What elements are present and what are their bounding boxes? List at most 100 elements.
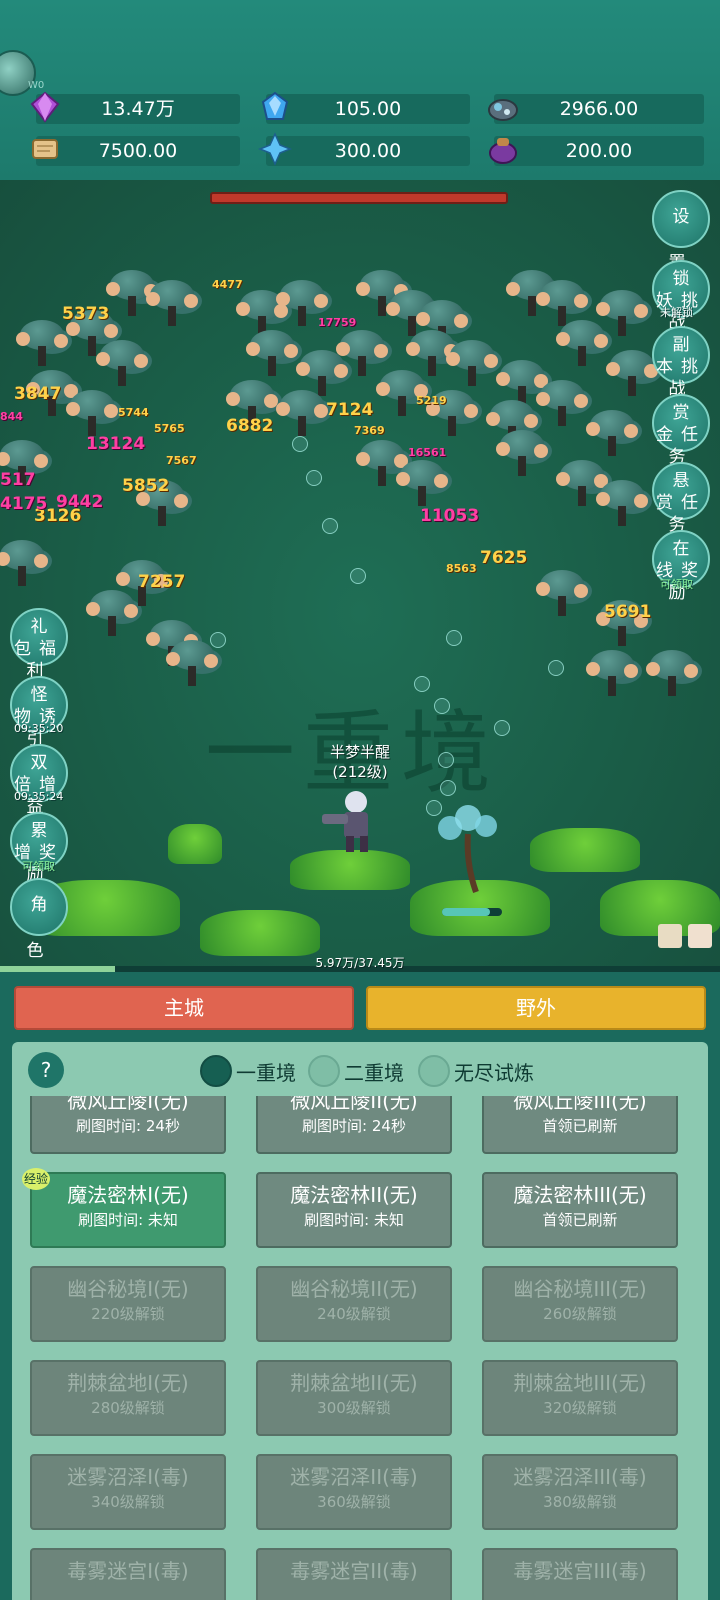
- realm-option-2[interactable]: 二重境: [308, 1054, 404, 1088]
- lock-demon-status: 未解锁: [660, 306, 693, 319]
- tree: [246, 330, 298, 376]
- resource-ore: 2966.00: [488, 94, 704, 124]
- map-cell-locked[interactable]: 毒雾迷宫I(毒): [30, 1548, 226, 1600]
- map-cell-locked[interactable]: 幽谷秘境II(无) 240级解锁: [256, 1266, 452, 1342]
- bubble: [414, 676, 430, 692]
- map-panel: ? 一重境 二重境 无尽试炼 微风丘陵I(无) 刷图时间: 24秒 微风丘陵II(…: [12, 1042, 708, 1600]
- damage-number: 7625: [480, 548, 528, 568]
- bounty-quest-button[interactable]: 悬赏任务: [652, 462, 710, 535]
- resource-header: W0 13.47万 105.00 2966.00 7500.00 300.00 …: [0, 0, 720, 180]
- resource-pouch: 200.00: [489, 136, 704, 166]
- map-cell[interactable]: 微风丘陵III(无) 首领已刷新: [482, 1096, 678, 1154]
- map-cell-selected[interactable]: 经验 魔法密林I(无) 刷图时间: 未知: [22, 1168, 226, 1248]
- map-selector: 主城 野外 ? 一重境 二重境 无尽试炼 微风丘陵I(无) 刷图时间: 24秒 微…: [0, 972, 720, 1600]
- damage-number: 8563: [446, 562, 477, 575]
- map-cell-locked[interactable]: 荆棘盆地II(无) 300级解锁: [256, 1360, 452, 1436]
- resource-value: 7500.00: [98, 140, 178, 162]
- tree: [166, 640, 218, 686]
- map-cell[interactable]: 魔法密林III(无) 首领已刷新: [482, 1172, 678, 1248]
- auto-battle-icon[interactable]: [688, 924, 712, 948]
- damage-number: 3847: [14, 384, 62, 404]
- boss-health-bar: [210, 192, 508, 204]
- realm-label: 一重境: [236, 1060, 296, 1085]
- map-grid: 微风丘陵I(无) 刷图时间: 24秒 微风丘陵II(无) 刷图时间: 24秒 微风丘…: [12, 1096, 708, 1600]
- bush: [530, 828, 640, 872]
- map-cell-locked[interactable]: 毒雾迷宫III(毒): [482, 1548, 678, 1600]
- damage-number: 7567: [166, 454, 197, 467]
- damage-number: 7124: [326, 400, 374, 420]
- realm-option-3[interactable]: 无尽试炼: [418, 1054, 534, 1088]
- map-cell-locked[interactable]: 迷雾沼泽II(毒) 360级解锁: [256, 1454, 452, 1530]
- tree: [586, 410, 638, 456]
- tree: [596, 480, 648, 526]
- pet-tree: [438, 805, 497, 894]
- tree: [336, 330, 388, 376]
- damage-number: 4477: [212, 278, 243, 291]
- bubble: [306, 470, 322, 486]
- bounty-gold-quest-button[interactable]: 赏金任务: [652, 394, 710, 467]
- bubble: [350, 568, 366, 584]
- double-boost-timer: 09:35:24: [14, 790, 64, 803]
- wild-tab[interactable]: 野外: [366, 986, 706, 1030]
- map-cell-locked[interactable]: 荆棘盆地I(无) 280级解锁: [30, 1360, 226, 1436]
- realm-label: 无尽试炼: [454, 1060, 534, 1085]
- hero-name-tag: 半梦半醒 (212级): [300, 742, 420, 782]
- map-cell[interactable]: 微风丘陵I(无) 刷图时间: 24秒: [30, 1096, 226, 1154]
- map-cell-locked[interactable]: 幽谷秘境III(无) 260级解锁: [482, 1266, 678, 1342]
- map-cell-locked[interactable]: 迷雾沼泽I(毒) 340级解锁: [30, 1454, 226, 1530]
- tree: [606, 350, 658, 396]
- damage-number: 7257: [138, 572, 186, 592]
- resource-value: 300.00: [334, 140, 402, 162]
- map-cell-locked[interactable]: 迷雾沼泽III(毒) 380级解锁: [482, 1454, 678, 1530]
- bubble: [210, 632, 226, 648]
- tree: [646, 650, 698, 696]
- main-city-tab[interactable]: 主城: [14, 986, 354, 1030]
- damage-number: 5373: [62, 304, 110, 324]
- map-cell-locked[interactable]: 幽谷秘境I(无) 220级解锁: [30, 1266, 226, 1342]
- pet-health-bar: [442, 908, 502, 916]
- damage-number: 11053: [420, 506, 480, 526]
- character-button[interactable]: 角色: [10, 878, 68, 961]
- tree: [396, 460, 448, 506]
- damage-number: 5852: [122, 476, 170, 496]
- settings-button[interactable]: 设置: [652, 190, 710, 273]
- dungeon-challenge-button[interactable]: 副本挑战: [652, 326, 710, 399]
- bubble: [446, 630, 462, 646]
- damage-number: 6882: [226, 416, 274, 436]
- bubble: [440, 780, 456, 796]
- hero-level: (212级): [332, 763, 388, 781]
- damage-number: 16561: [408, 446, 447, 459]
- realm-label: 二重境: [344, 1060, 404, 1085]
- tree: [496, 430, 548, 476]
- battle-field[interactable]: 一重境 5373 4477 17759 3847 5744 5765 13124…: [0, 180, 720, 966]
- damage-number: 4175: [0, 494, 48, 514]
- map-cell[interactable]: 魔法密林II(无) 刷图时间: 未知: [256, 1172, 452, 1248]
- map-cell[interactable]: 微风丘陵II(无) 刷图时间: 24秒: [256, 1096, 452, 1154]
- map-cell-locked[interactable]: 荆棘盆地III(无) 320级解锁: [482, 1360, 678, 1436]
- exp-badge: 经验: [22, 1168, 50, 1190]
- tree: [146, 280, 198, 326]
- realm-option-1[interactable]: 一重境: [200, 1054, 296, 1088]
- damage-number: 517: [0, 470, 36, 490]
- damage-number: 5691: [604, 602, 652, 622]
- tree: [446, 340, 498, 386]
- radio-selected-icon: [200, 1055, 232, 1087]
- tree: [586, 650, 638, 696]
- resource-gem: 13.47万: [30, 91, 240, 124]
- help-button[interactable]: ?: [28, 1052, 64, 1088]
- online-reward-status: 可领取: [660, 578, 693, 591]
- log-icon[interactable]: [658, 924, 682, 948]
- tree: [96, 340, 148, 386]
- gift-pack-button[interactable]: 礼包福利: [10, 608, 68, 681]
- resource-value: 200.00: [565, 140, 633, 162]
- cumulative-reward-status: 可领取: [22, 860, 55, 873]
- bubble: [292, 436, 308, 452]
- monster-lure-timer: 09:35:20: [14, 722, 64, 735]
- damage-number: 5765: [154, 422, 185, 435]
- tree: [376, 370, 428, 416]
- map-cell-locked[interactable]: 毒雾迷宫II(毒): [256, 1548, 452, 1600]
- damage-number: 5744: [118, 406, 149, 419]
- hero-name: 半梦半醒: [329, 743, 390, 761]
- resource-scroll: 7500.00: [32, 136, 240, 166]
- resource-value: 2966.00: [559, 98, 639, 120]
